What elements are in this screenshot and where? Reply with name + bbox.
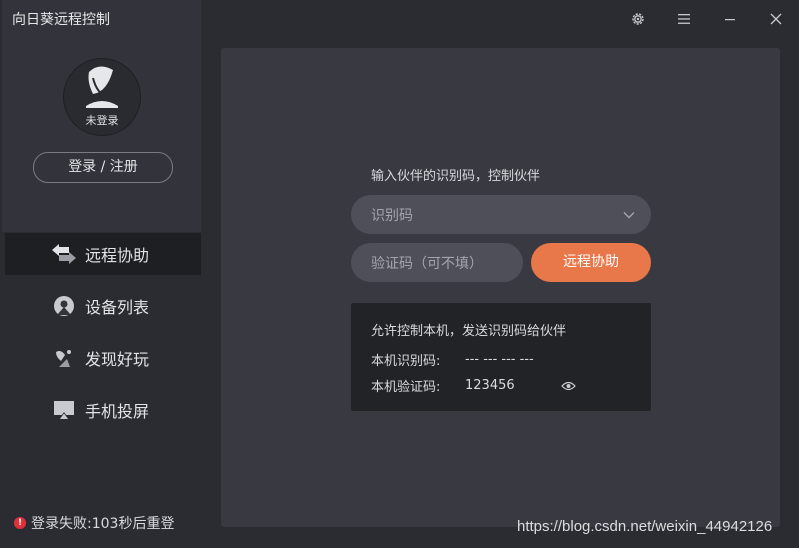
local-info-title: 允许控制本机，发送识别码给伙伴 [371, 324, 567, 339]
sidebar-item-discover[interactable]: 发现好玩 [5, 337, 201, 379]
window-controls [615, 8, 799, 30]
sidebar-item-label: 发现好玩 [85, 350, 150, 369]
remote-assist-panel: 输入伙伴的识别码，控制伙伴 识别码 验证码（可不填） 远程协助 允许控制本机，发… [221, 48, 780, 527]
discover-icon [51, 345, 77, 371]
show-code-button[interactable] [560, 381, 576, 391]
error-icon: ! [14, 517, 26, 529]
local-id-label: 本机识别码: [371, 354, 441, 369]
panel-title: 输入伙伴的识别码，控制伙伴 [371, 169, 541, 184]
local-code-label: 本机验证码: [371, 380, 441, 395]
avatar[interactable]: 未登录 [63, 58, 141, 136]
watermark-url: https://blog.csdn.net/weixin_44942126 [517, 518, 773, 535]
app-title: 向日葵远程控制 [12, 12, 110, 28]
sidebar-item-phone-cast[interactable]: 手机投屏 [5, 389, 201, 431]
sidebar-item-label: 手机投屏 [85, 402, 150, 421]
close-icon [770, 13, 782, 25]
login-register-button[interactable]: 登录 / 注册 [33, 152, 173, 183]
minimize-button[interactable] [707, 8, 753, 30]
chevron-down-icon [623, 211, 635, 218]
partner-id-placeholder: 识别码 [371, 207, 413, 224]
remote-assist-icon [51, 241, 77, 267]
phone-cast-icon [51, 397, 77, 423]
eye-icon [560, 381, 576, 390]
minimize-icon [725, 19, 735, 21]
avatar-label: 未登录 [85, 114, 119, 127]
partner-id-select[interactable]: 识别码 [351, 195, 651, 234]
local-code-value: 123456 [465, 378, 515, 393]
device-list-icon [51, 293, 77, 319]
local-code-row: 本机验证码: 123456 [371, 376, 576, 395]
local-id-row: 本机识别码: --- --- --- --- [371, 350, 534, 369]
close-button[interactable] [753, 8, 799, 30]
sidebar-item-remote-assist[interactable]: 远程协助 [5, 233, 201, 275]
sidebar-item-device-list[interactable]: 设备列表 [5, 285, 201, 327]
sidebar: 未登录 登录 / 注册 远程协助 设备列表 发现好玩 手机投屏 ! 登录失败:1… [0, 0, 201, 548]
login-error-text: 登录失败:103秒后重登 [31, 516, 175, 532]
verification-code-input[interactable]: 验证码（可不填） [351, 243, 523, 282]
local-id-value: --- --- --- --- [465, 352, 534, 367]
menu-button[interactable] [661, 8, 707, 30]
account-section: 未登录 登录 / 注册 [2, 0, 201, 232]
login-status: ! 登录失败:103秒后重登 [14, 513, 174, 533]
gear-icon [632, 13, 644, 25]
remote-assist-button[interactable]: 远程协助 [531, 243, 651, 282]
menu-icon [678, 14, 690, 24]
sidebar-item-label: 远程协助 [85, 246, 150, 265]
local-info-box: 允许控制本机，发送识别码给伙伴 本机识别码: --- --- --- --- 本… [351, 303, 651, 411]
sidebar-item-label: 设备列表 [85, 298, 150, 317]
settings-button[interactable] [615, 8, 661, 30]
